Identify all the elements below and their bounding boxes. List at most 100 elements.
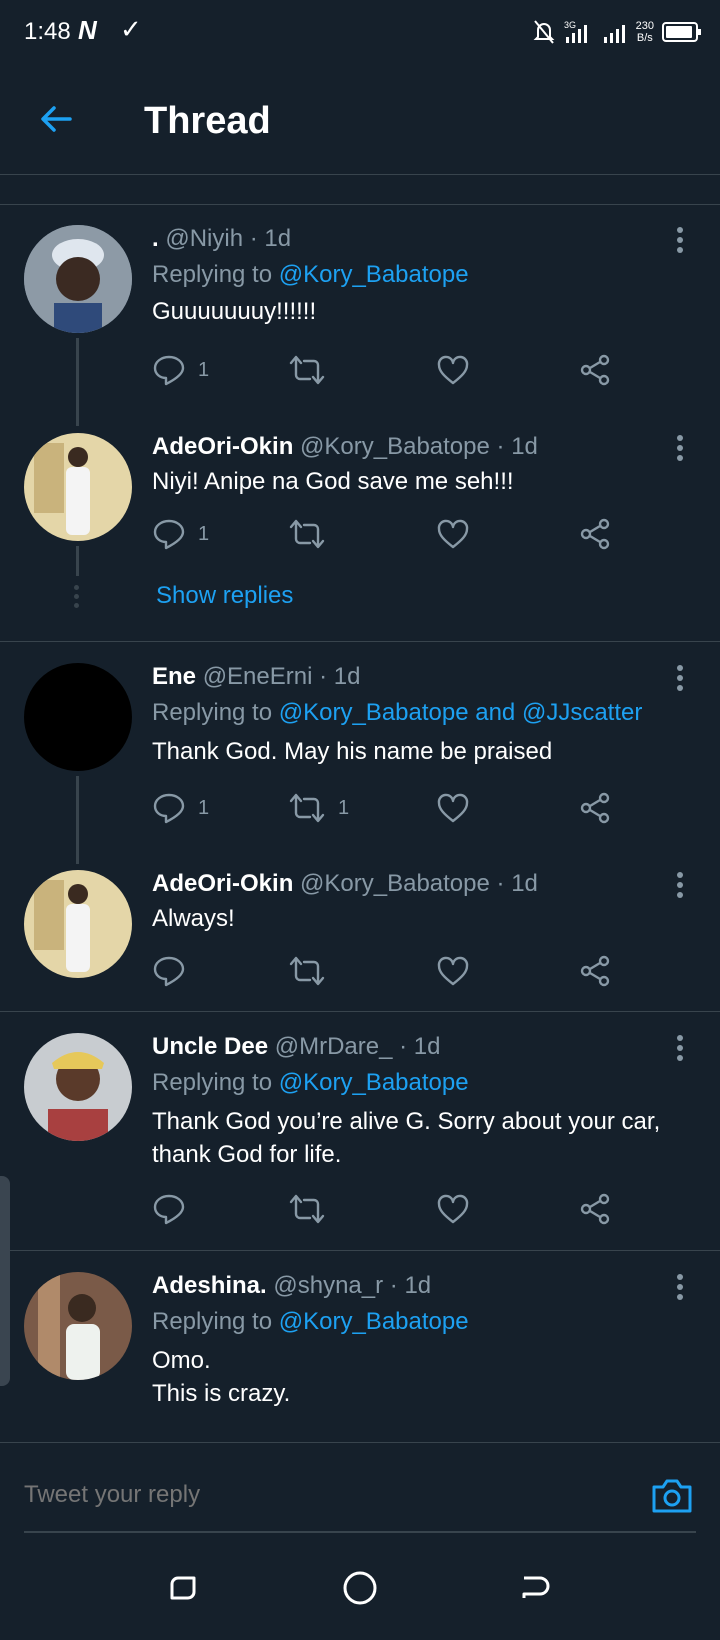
more-options-icon[interactable] xyxy=(672,1272,688,1302)
input-underline xyxy=(24,1531,696,1533)
retweet-icon xyxy=(289,519,325,549)
net-speed: 230 B/s xyxy=(635,20,654,44)
camera-icon[interactable] xyxy=(650,1475,694,1515)
page-title: Thread xyxy=(144,100,271,142)
thread-connector xyxy=(76,338,79,426)
thread-connector xyxy=(76,776,79,864)
mention-link[interactable]: @Kory_Babatope xyxy=(279,261,469,288)
heart-icon xyxy=(437,1194,469,1224)
reply-button[interactable]: 1 xyxy=(152,350,209,390)
avatar[interactable] xyxy=(24,225,132,333)
heart-icon xyxy=(437,793,469,823)
tweet-actions: 1 xyxy=(152,514,632,554)
edge-panel-handle[interactable] xyxy=(0,1176,10,1386)
tweet-time: · 1d xyxy=(399,1033,441,1060)
replying-to: Replying to @Kory_Babatope xyxy=(152,1069,469,1096)
recents-icon[interactable] xyxy=(164,1568,204,1608)
mention-link[interactable]: @Kory_Babatope xyxy=(279,1308,469,1335)
avatar[interactable] xyxy=(24,433,132,541)
like-button[interactable] xyxy=(436,788,470,828)
heart-icon xyxy=(437,956,469,986)
divider xyxy=(0,641,720,642)
reply-icon xyxy=(153,956,185,987)
retweet-icon xyxy=(289,793,325,823)
avatar[interactable] xyxy=(24,1033,132,1141)
like-button[interactable] xyxy=(436,951,470,991)
tweet-time: · 1d xyxy=(496,433,538,460)
retweet-icon xyxy=(289,956,325,986)
reply-count: 1 xyxy=(198,522,210,545)
reply-icon xyxy=(153,793,185,824)
tweet-actions: 1 1 xyxy=(152,788,632,828)
tweet-text: Niyi! Anipe na God save me seh!!! xyxy=(152,468,514,495)
retweet-button[interactable] xyxy=(288,951,326,991)
retweet-button[interactable]: 1 xyxy=(288,788,349,828)
system-nav-bar xyxy=(0,1534,720,1640)
signal-icon xyxy=(603,25,625,43)
back-icon[interactable] xyxy=(516,1568,556,1608)
author-name: Adeshina. xyxy=(152,1272,267,1299)
tweet-meta: AdeOri-Okin @Kory_Babatope · 1d xyxy=(152,870,538,898)
author-handle: @Kory_Babatope xyxy=(300,870,490,897)
reply-button[interactable]: 1 xyxy=(152,514,209,554)
avatar[interactable] xyxy=(24,870,132,978)
network-type: 3G xyxy=(564,20,576,30)
share-button[interactable] xyxy=(578,1189,612,1229)
more-options-icon[interactable] xyxy=(672,663,688,693)
tweet-text-line: This is crazy. xyxy=(152,1380,291,1407)
tweet-meta: Uncle Dee @MrDare_ · 1d xyxy=(152,1033,440,1061)
share-button[interactable] xyxy=(578,788,612,828)
tweet-meta: Ene @EneErni · 1d xyxy=(152,663,360,691)
share-button[interactable] xyxy=(578,514,612,554)
reply-count: 1 xyxy=(198,796,210,819)
author-name: Uncle Dee xyxy=(152,1033,269,1060)
share-button[interactable] xyxy=(578,951,612,991)
more-options-icon[interactable] xyxy=(672,1033,688,1063)
reply-button[interactable] xyxy=(152,951,186,991)
top-app-bar: Thread xyxy=(0,64,720,175)
signal-3g-icon: 3G xyxy=(564,20,587,43)
replying-to: Replying to @Kory_Babatope and @JJscatte… xyxy=(152,699,643,726)
share-button[interactable] xyxy=(578,350,612,390)
checkmark-icon: ✓ xyxy=(120,14,142,44)
retweet-icon xyxy=(289,355,325,385)
reply-icon xyxy=(153,355,185,386)
home-icon[interactable] xyxy=(340,1568,380,1608)
reply-composer xyxy=(0,1442,720,1533)
like-button[interactable] xyxy=(436,350,470,390)
tweet-time: · 1d xyxy=(496,870,538,897)
replying-to: Replying to @Kory_Babatope xyxy=(152,261,469,288)
back-arrow-icon[interactable] xyxy=(36,99,76,139)
like-button[interactable] xyxy=(436,1189,470,1229)
like-button[interactable] xyxy=(436,514,470,554)
tweet-actions: 1 xyxy=(152,350,632,390)
notification-n-icon: N xyxy=(78,15,97,45)
author-handle: @Niyih xyxy=(165,225,244,252)
retweet-button[interactable] xyxy=(288,1189,326,1229)
tweet-text-line: Omo. xyxy=(152,1347,211,1374)
reply-button[interactable]: 1 xyxy=(152,788,209,828)
retweet-button[interactable] xyxy=(288,350,338,390)
more-options-icon[interactable] xyxy=(672,433,688,463)
status-bar: 1:48 N ✓ 3G 230 B/s xyxy=(0,0,720,64)
reply-button[interactable] xyxy=(152,1189,186,1229)
more-options-icon[interactable] xyxy=(672,870,688,900)
retweet-button[interactable] xyxy=(288,514,338,554)
thread-connector xyxy=(76,546,79,576)
thread-dots xyxy=(74,585,80,612)
avatar[interactable] xyxy=(24,1272,132,1380)
author-handle: @shyna_r xyxy=(273,1272,384,1299)
mention-link[interactable]: @Kory_Babatope and @JJscatter xyxy=(279,699,643,726)
author-name: Ene xyxy=(152,663,197,690)
retweet-icon xyxy=(289,1194,325,1224)
reply-count: 1 xyxy=(198,358,210,381)
show-replies-link[interactable]: Show replies xyxy=(156,582,293,610)
more-options-icon[interactable] xyxy=(672,225,688,255)
tweet-actions xyxy=(152,1189,632,1229)
tweet-text: Thank God. May his name be praised xyxy=(152,738,553,765)
avatar[interactable] xyxy=(24,663,132,771)
share-icon xyxy=(580,354,610,386)
reply-input[interactable] xyxy=(24,1481,664,1509)
mention-link[interactable]: @Kory_Babatope xyxy=(279,1069,469,1096)
reply-icon xyxy=(153,1194,185,1225)
